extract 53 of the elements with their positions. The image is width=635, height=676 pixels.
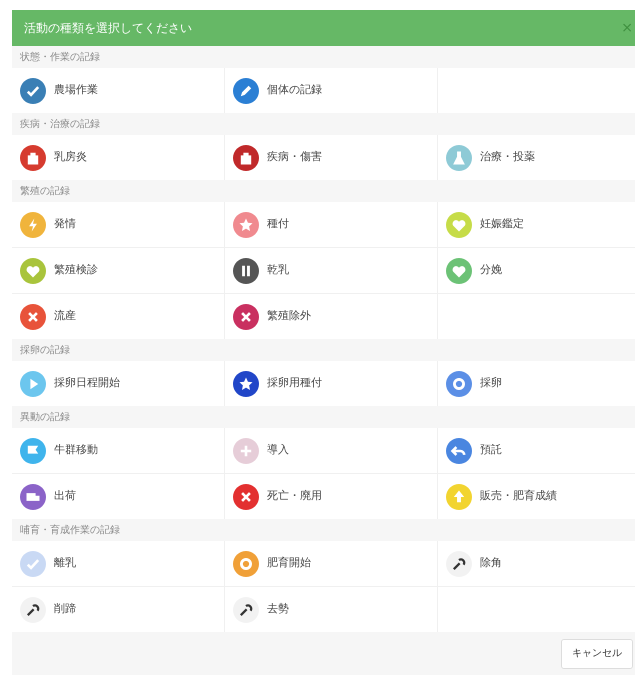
activity-option[interactable]: 去勢 [225, 587, 437, 632]
activity-option[interactable]: 導入 [225, 428, 437, 473]
section-heading: 哺育・育成作業の記録 [20, 524, 120, 538]
activity-option[interactable]: 種付 [225, 202, 437, 247]
activity-option[interactable]: 治療・投薬 [438, 135, 635, 180]
pause-icon [233, 258, 259, 284]
wrench-icon [233, 596, 259, 622]
activity-option[interactable]: 乾乳 [225, 248, 437, 293]
activity-option[interactable]: 死亡・廃用 [225, 474, 437, 519]
activity-option[interactable]: 個体の記録 [225, 68, 437, 113]
section-heading: 状態・作業の記録 [20, 50, 100, 64]
cancel-button[interactable]: キャンセル [561, 638, 633, 668]
wrench-icon [446, 550, 472, 576]
truck-icon [20, 484, 46, 510]
undo-icon [446, 438, 472, 464]
cross-icon [20, 304, 46, 330]
activity-option[interactable]: 出荷 [12, 474, 224, 519]
activity-option[interactable]: 削蹄 [12, 587, 224, 632]
section-heading: 異動の記録 [20, 410, 70, 424]
plus-icon [233, 438, 259, 464]
wrench-icon [20, 596, 46, 622]
bolt-icon [20, 212, 46, 238]
section-heading: 採卵の記録 [20, 344, 70, 358]
pencil-icon [233, 78, 259, 104]
dialog-title: 活動の種類を選択してください [24, 20, 192, 37]
activity-option[interactable]: 疾病・傷害 [225, 135, 437, 180]
check-icon [20, 550, 46, 576]
activity-option[interactable]: 預託 [438, 428, 635, 473]
activity-option[interactable]: 採卵 [438, 361, 635, 406]
activity-option[interactable]: 牛群移動 [12, 428, 224, 473]
activity-option[interactable]: 除角 [438, 541, 635, 586]
ring-icon [446, 370, 472, 396]
activity-option[interactable]: 離乳 [12, 541, 224, 586]
activity-option[interactable]: 繁殖除外 [225, 294, 437, 339]
check-icon [20, 78, 46, 104]
activity-option[interactable]: 採卵日程開始 [12, 361, 224, 406]
activity-option[interactable]: 乳房炎 [12, 135, 224, 180]
flag-icon [20, 438, 46, 464]
section-heading: 繁殖の記録 [20, 184, 70, 198]
activity-option[interactable]: 分娩 [438, 248, 635, 293]
activity-option[interactable]: 妊娠鑑定 [438, 202, 635, 247]
section-heading: 疾病・治療の記録 [20, 118, 100, 132]
flask-icon [446, 144, 472, 170]
cross-icon [233, 304, 259, 330]
activity-option[interactable]: 採卵用種付 [225, 361, 437, 406]
activity-option[interactable]: 繁殖検診 [12, 248, 224, 293]
cross-icon [233, 484, 259, 510]
activity-option[interactable]: 肥育開始 [225, 541, 437, 586]
activity-option[interactable]: 発情 [12, 202, 224, 247]
activity-option[interactable]: 販売・肥育成績 [438, 474, 635, 519]
play-icon [20, 370, 46, 396]
activity-option[interactable]: 農場作業 [12, 68, 224, 113]
activity-option[interactable]: 流産 [12, 294, 224, 339]
